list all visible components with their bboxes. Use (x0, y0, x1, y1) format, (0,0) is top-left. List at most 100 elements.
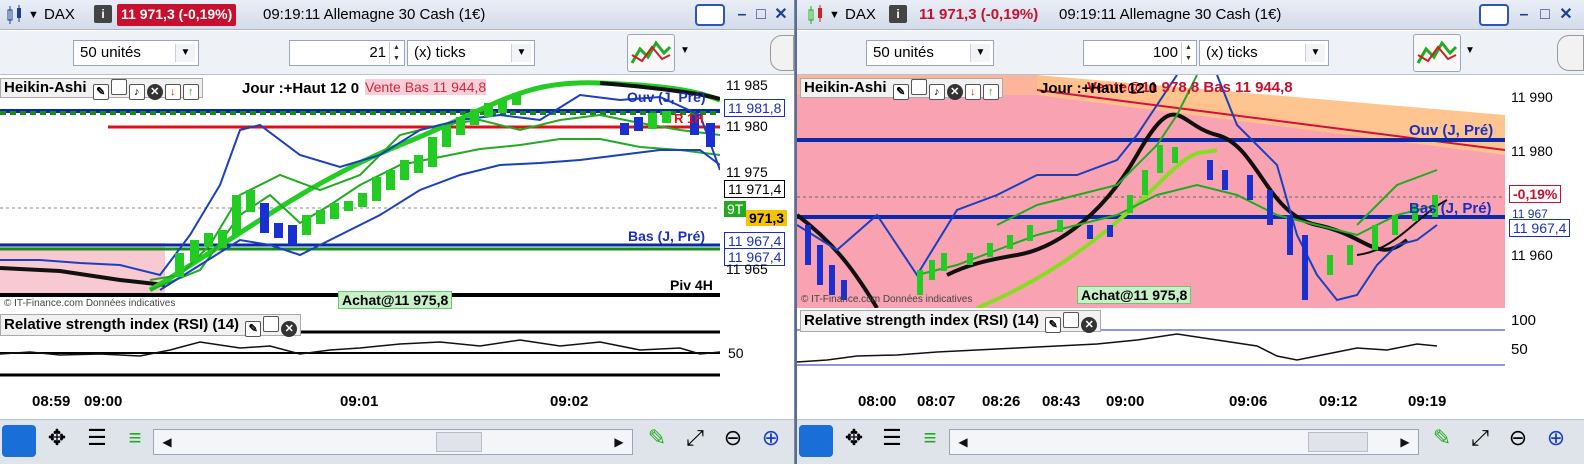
stepper-arrows-icon[interactable]: ▲ ▼ (389, 42, 403, 64)
indicator-tool-button[interactable] (1413, 34, 1461, 72)
wrench-icon[interactable]: ✎ (1045, 317, 1062, 333)
wrench-icon[interactable]: ✎ (92, 84, 109, 100)
rsi-title: Relative strength index (RSI) (14) (804, 312, 1040, 329)
zoom-in-icon[interactable]: ⊕ (1539, 425, 1573, 457)
side-panel-toggle[interactable] (770, 35, 794, 71)
scroll-thumb[interactable] (1308, 432, 1368, 452)
close-icon[interactable]: ✕ (946, 84, 963, 100)
close-icon[interactable]: ✕ (1081, 317, 1098, 333)
indicator-tool-button[interactable] (627, 34, 675, 72)
bars-icon[interactable]: ≡ (118, 425, 152, 457)
arrow-down-icon[interactable]: ↓ (964, 84, 981, 100)
instrument-name[interactable]: DAX (44, 6, 75, 23)
window-icon[interactable] (910, 79, 927, 95)
keyboard-icon[interactable] (1479, 4, 1509, 26)
time-label: 09:00 (84, 393, 123, 410)
axis-label: 11 990 (1511, 89, 1553, 105)
close-icon[interactable]: ✕ (1557, 6, 1575, 24)
bell-icon[interactable]: ♪ (928, 84, 945, 100)
candlestick-icon[interactable] (4, 4, 26, 26)
time-label: 09:19 (1408, 393, 1447, 410)
zoom-fit-icon[interactable]: ⤢ (678, 425, 712, 457)
candlestick-icon[interactable] (805, 4, 827, 26)
rsi-header[interactable]: Relative strength index (RSI) (14) ✎ ✕ (800, 310, 1102, 333)
side-panel-toggle[interactable] (1557, 35, 1584, 71)
chart-toolbar: 50 unités ▼ 21 ▲ ▼ (x) ticks ▼ ▼ (0, 31, 794, 75)
title-bar[interactable]: ▼ DAX i 11 971,3 (-0,19%) 09:19:11 Allem… (797, 0, 1584, 30)
indicator-header[interactable]: Heikin-Ashi ✎ ♪ ✕ ↓ ↑ (0, 78, 203, 100)
zoom-fit-icon[interactable]: ⤢ (1463, 425, 1497, 457)
list-icon[interactable]: ☰ (80, 425, 114, 457)
axis-label: 11 965 (726, 261, 768, 277)
arrow-down-icon[interactable]: ↓ (164, 84, 181, 100)
close-icon[interactable]: ✕ (281, 321, 298, 337)
arrow-up-icon[interactable]: ↑ (982, 84, 999, 100)
axis-label: 11 975 (726, 164, 768, 180)
maximize-icon[interactable]: □ (1536, 6, 1554, 24)
maximize-icon[interactable]: □ (752, 6, 770, 24)
units-select[interactable]: 50 unités ▼ (73, 40, 199, 66)
window-title: 09:19:11 Allemagne 30 Cash (1€) (263, 6, 486, 23)
time-label: 09:12 (1319, 393, 1358, 410)
info-icon[interactable]: i (94, 5, 112, 23)
wrench-icon[interactable]: ✎ (1425, 425, 1459, 457)
price-chart[interactable] (797, 75, 1505, 308)
scroll-right-icon[interactable]: ▶ (608, 431, 630, 453)
bell-icon[interactable]: ♪ (128, 84, 145, 100)
instrument-name[interactable]: DAX (845, 6, 876, 23)
title-bar[interactable]: ▼ DAX i 11 971,3 (-0,19%) 09:19:11 Allem… (0, 0, 794, 30)
scroll-left-icon[interactable]: ◀ (156, 431, 178, 453)
scroll-left-icon[interactable]: ◀ (952, 431, 974, 453)
time-axis[interactable]: 08:00 08:07 08:26 08:43 09:00 09:06 09:1… (797, 385, 1584, 419)
close-icon[interactable]: ✕ (146, 84, 163, 100)
window-icon[interactable] (263, 316, 280, 332)
window-icon[interactable] (110, 79, 127, 95)
scroll-thumb[interactable] (436, 432, 482, 452)
wrench-icon[interactable]: ✎ (640, 425, 674, 457)
tick-count-stepper[interactable]: 100 ▲ ▼ (1083, 40, 1197, 66)
share-icon[interactable] (799, 425, 833, 457)
zoom-in-icon[interactable]: ⊕ (754, 425, 788, 457)
rsi-header[interactable]: Relative strength index (RSI) (14) ✎ ✕ (0, 314, 302, 337)
chevron-down-icon[interactable]: ▼ (829, 9, 840, 21)
tick-unit-select[interactable]: (x) ticks ▼ (1199, 40, 1329, 66)
minimize-icon[interactable]: – (733, 6, 751, 24)
chevron-down-icon[interactable]: ▼ (1305, 44, 1325, 62)
chevron-down-icon[interactable]: ▼ (1465, 45, 1475, 56)
tick-count-value: 100 (1152, 44, 1178, 61)
price-axis[interactable]: 11 985 11 981,8 11 980 11 975 11 971,4 9… (720, 75, 794, 308)
share-icon[interactable] (2, 425, 36, 457)
timer-badge: 9T (724, 201, 747, 217)
time-axis[interactable]: 08:59 09:00 09:01 09:02 (0, 385, 794, 419)
tick-unit-select[interactable]: (x) ticks ▼ (407, 40, 535, 66)
chevron-down-icon[interactable]: ▼ (970, 44, 990, 62)
arrow-up-icon[interactable]: ↑ (182, 84, 199, 100)
chevron-down-icon[interactable]: ▼ (680, 45, 690, 56)
wrench-icon[interactable]: ✎ (245, 321, 262, 337)
list-icon[interactable]: ☰ (875, 425, 909, 457)
scroll-right-icon[interactable]: ▶ (1394, 431, 1416, 453)
close-icon[interactable]: ✕ (772, 6, 790, 24)
price-axis[interactable]: 11 990 11 980 -0,19% 11 967 11 967,4 11 … (1505, 75, 1584, 308)
units-select[interactable]: 50 unités ▼ (866, 40, 994, 66)
indicator-header[interactable]: Heikin-Ashi ✎ ♪ ✕ ↓ ↑ (800, 78, 1003, 100)
chevron-down-icon[interactable]: ▼ (511, 44, 531, 62)
low-price-badge: 11 967,4 (1509, 219, 1571, 237)
chevron-down-icon[interactable]: ▼ (28, 9, 39, 21)
wrench-icon[interactable]: ✎ (892, 84, 909, 100)
cursor-icon[interactable]: ✥ (40, 425, 74, 457)
window-icon[interactable] (1063, 312, 1080, 328)
keyboard-icon[interactable] (695, 4, 725, 26)
tick-count-stepper[interactable]: 21 ▲ ▼ (289, 40, 405, 66)
cursor-icon[interactable]: ✥ (837, 425, 871, 457)
minimize-icon[interactable]: – (1515, 6, 1533, 24)
bars-icon[interactable]: ≡ (913, 425, 947, 457)
price-chart[interactable] (0, 75, 720, 308)
info-icon[interactable]: i (889, 5, 907, 23)
horizontal-scrollbar[interactable]: ◀ ▶ (949, 429, 1419, 455)
zoom-out-icon[interactable]: ⊖ (716, 425, 750, 457)
horizontal-scrollbar[interactable]: ◀ ▶ (153, 429, 633, 455)
chevron-down-icon[interactable]: ▼ (175, 44, 195, 62)
zoom-out-icon[interactable]: ⊖ (1501, 425, 1535, 457)
stepper-arrows-icon[interactable]: ▲ ▼ (1181, 42, 1195, 64)
